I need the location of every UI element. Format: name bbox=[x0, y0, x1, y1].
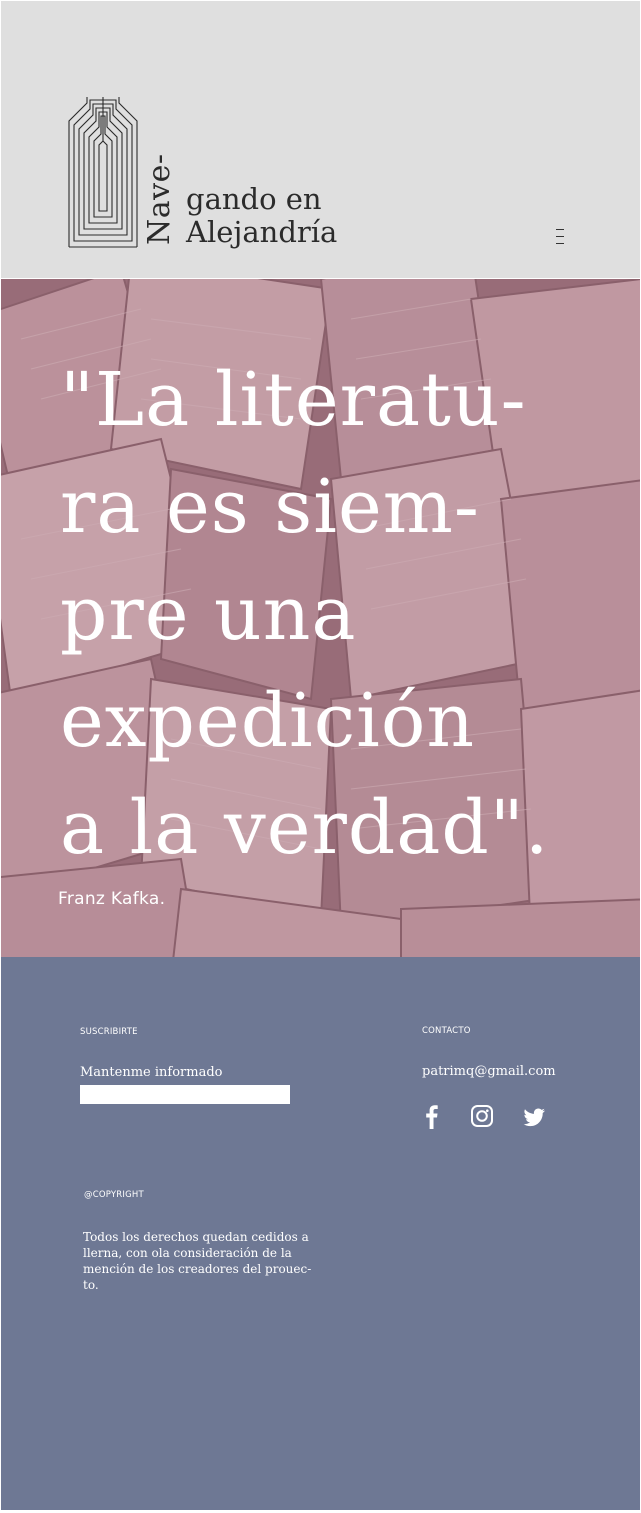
contact-heading: CONTACTO bbox=[422, 1026, 471, 1036]
hero-banner: "La literatu- ra es siem- pre una expedi… bbox=[1, 279, 640, 957]
logo-arches-icon[interactable] bbox=[68, 95, 138, 249]
copyright-heading: @COPYRIGHT bbox=[84, 1190, 144, 1200]
site-footer: SUSCRIBIRTE Mantenme informado CONTACTO … bbox=[1, 957, 640, 1510]
subscribe-text: Mantenme informado bbox=[80, 1065, 223, 1080]
facebook-icon[interactable] bbox=[419, 1103, 443, 1129]
hamburger-menu-icon[interactable] bbox=[553, 226, 567, 246]
hero-quote: "La literatu- ra es siem- pre una expedi… bbox=[60, 357, 550, 871]
instagram-icon[interactable] bbox=[470, 1103, 494, 1129]
logo-text-line1: gando en bbox=[186, 182, 322, 216]
twitter-icon[interactable] bbox=[522, 1103, 546, 1129]
logo-text-vertical: Nave- bbox=[142, 153, 177, 245]
contact-email-link[interactable]: patrimq@gmail.com bbox=[422, 1064, 556, 1079]
copyright-text: Todos los derechos quedan cedidos a ller… bbox=[83, 1230, 312, 1292]
subscribe-heading: SUSCRIBIRTE bbox=[80, 1027, 138, 1037]
site-header: Nave- gando en Alejandría bbox=[1, 1, 640, 278]
subscribe-email-input[interactable] bbox=[80, 1085, 290, 1104]
quote-author: Franz Kafka. bbox=[58, 889, 166, 909]
logo-text-line2: Alejandría bbox=[186, 215, 338, 249]
